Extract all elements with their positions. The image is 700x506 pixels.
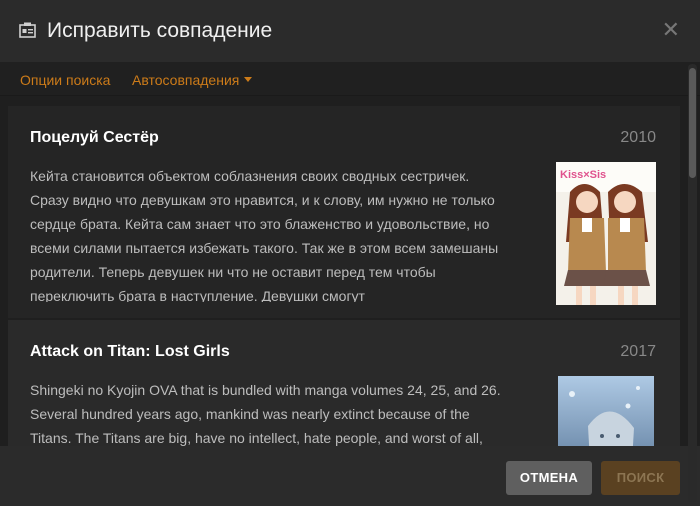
results-list: Поцелуй Сестёр 2010 Кейта становится объ… xyxy=(0,96,700,446)
close-icon[interactable]: ✕ xyxy=(662,19,680,41)
search-subnav: Опции поиска Автосовпадения xyxy=(0,62,700,96)
result-poster xyxy=(558,376,654,446)
tab-search-options[interactable]: Опции поиска xyxy=(20,72,110,88)
tab-auto-matches[interactable]: Автосовпадения xyxy=(132,72,253,88)
result-description: Кейта становится объектом соблазнения св… xyxy=(30,168,499,302)
scrollbar[interactable] xyxy=(688,64,697,502)
dialog-title: Исправить совпадение xyxy=(47,19,273,42)
result-description: Shingeki no Kyojin OVA that is bundled w… xyxy=(30,382,501,446)
cancel-button[interactable]: ОТМЕНА xyxy=(506,461,592,495)
fix-match-dialog: Исправить совпадение ✕ Опции поиска Авто… xyxy=(0,0,700,506)
result-title: Поцелуй Сестёр xyxy=(30,129,159,146)
poster-image xyxy=(558,376,654,446)
search-button[interactable]: ПОИСК xyxy=(601,461,680,495)
id-card-icon xyxy=(19,22,36,38)
poster-logo-text: Kiss×Sis xyxy=(560,169,606,181)
poster-image: Kiss×Sis xyxy=(556,162,656,305)
caret-down-icon xyxy=(244,76,253,82)
dialog-footer: ОТМЕНА ПОИСК xyxy=(0,446,700,506)
tab-auto-matches-label: Автосовпадения xyxy=(132,72,240,88)
result-year: 2017 xyxy=(620,343,656,360)
result-poster: Kiss×Sis xyxy=(556,162,656,305)
result-item[interactable]: Attack on Titan: Lost Girls 2017 Shingek… xyxy=(8,320,680,446)
result-title: Attack on Titan: Lost Girls xyxy=(30,343,230,360)
scrollbar-thumb[interactable] xyxy=(689,68,696,178)
dialog-header: Исправить совпадение ✕ xyxy=(0,0,700,62)
result-year: 2010 xyxy=(620,129,656,146)
result-item[interactable]: Поцелуй Сестёр 2010 Кейта становится объ… xyxy=(8,106,680,318)
